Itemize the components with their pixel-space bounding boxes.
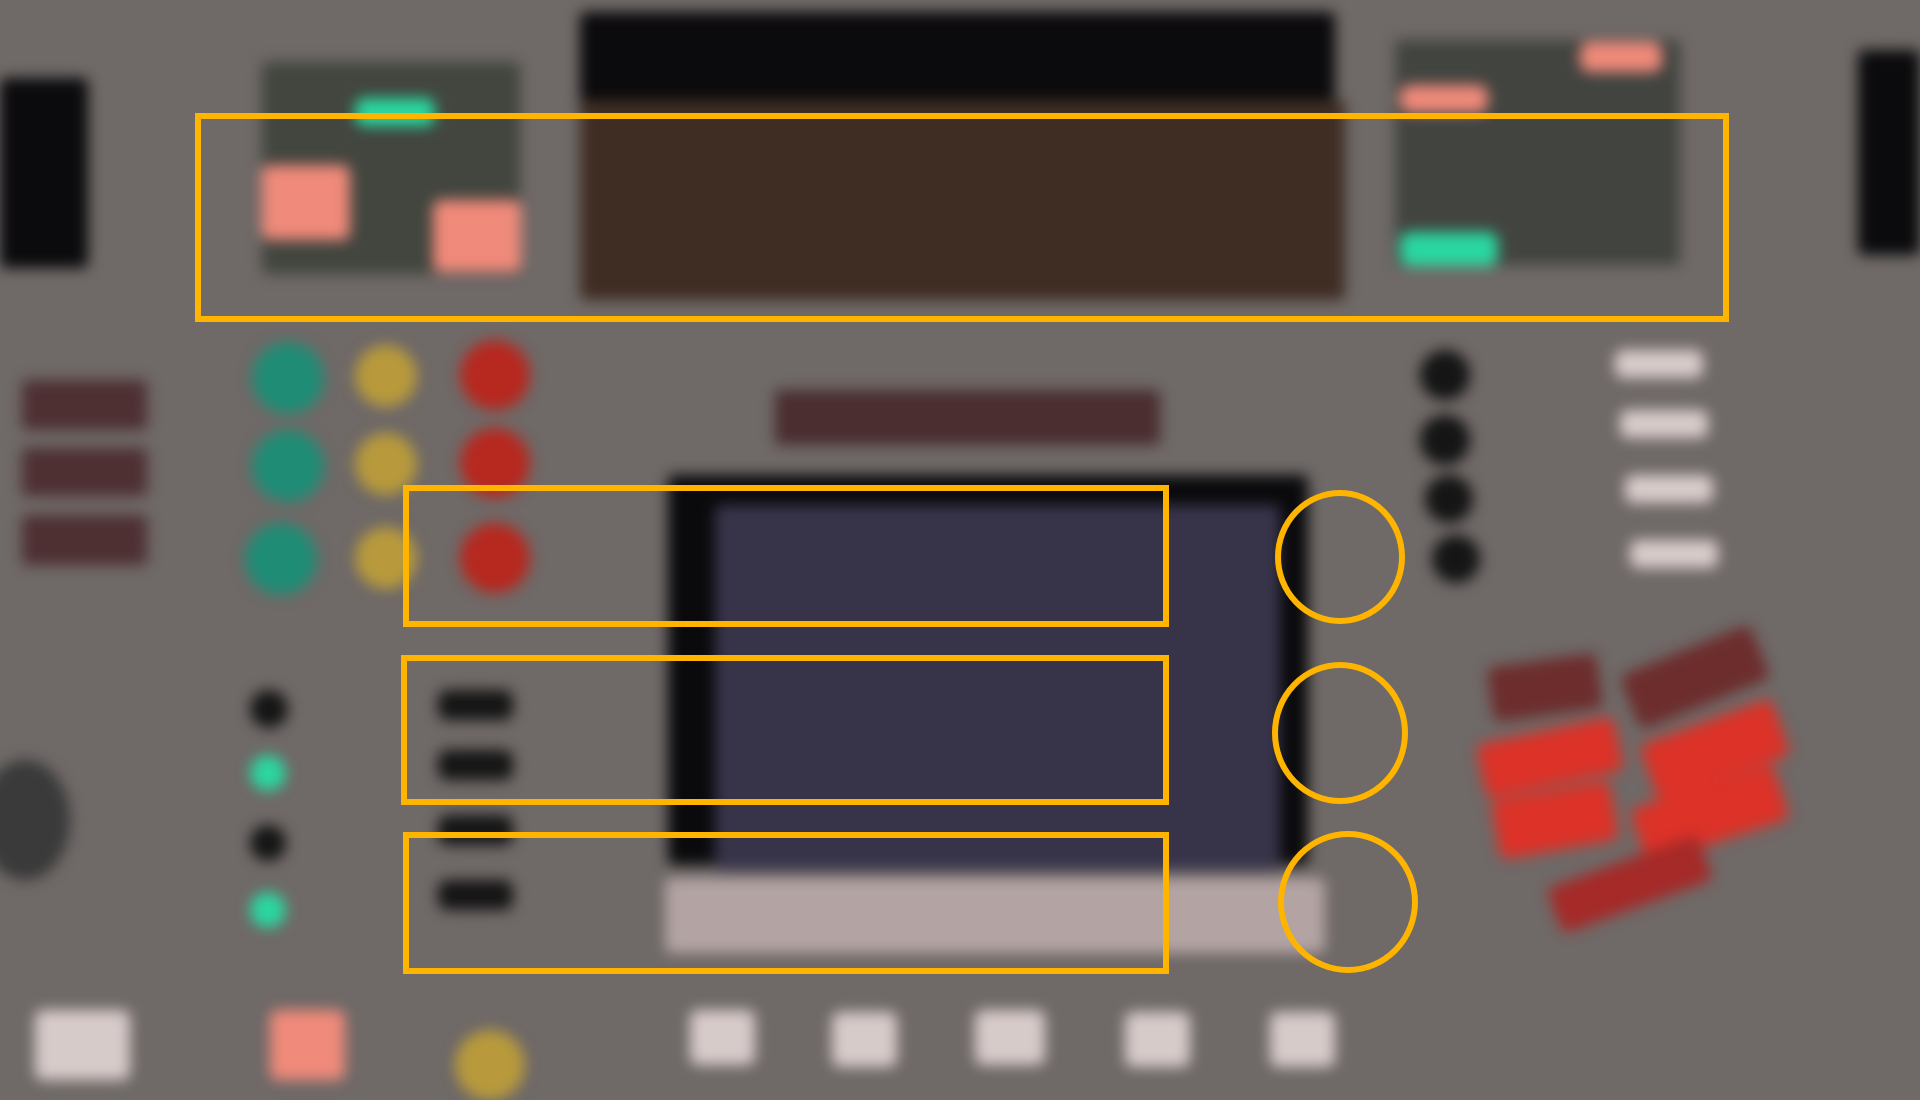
bottom-key-3 bbox=[975, 1010, 1045, 1065]
left-box-hit-area-1[interactable] bbox=[406, 488, 1166, 624]
far-right-display bbox=[1858, 50, 1920, 255]
left-black-display bbox=[0, 78, 88, 268]
right-salmon-light-2 bbox=[1400, 85, 1488, 113]
left-dial-knob bbox=[0, 760, 70, 880]
top-display-hit-area[interactable] bbox=[198, 116, 1726, 319]
right-knob-4 bbox=[1432, 535, 1480, 583]
right-salmon-light-1 bbox=[1580, 42, 1662, 72]
bottom-key-1 bbox=[690, 1010, 755, 1065]
right-knob-3 bbox=[1425, 475, 1473, 523]
bottom-salmon-button bbox=[270, 1010, 345, 1080]
white-switch-4 bbox=[1630, 540, 1718, 568]
center-top-display bbox=[580, 12, 1335, 107]
yellow-lamp-2 bbox=[355, 433, 417, 495]
red-lamp-1 bbox=[460, 340, 530, 410]
bottom-key-5 bbox=[1270, 1012, 1335, 1067]
left-digit-block-1 bbox=[22, 380, 147, 430]
yellow-lamp-1 bbox=[355, 345, 417, 407]
red-band-dark-1 bbox=[1486, 652, 1604, 723]
teal-lamp-1 bbox=[252, 342, 324, 414]
white-switch-1 bbox=[1615, 350, 1703, 378]
red-band-5 bbox=[1546, 834, 1714, 934]
white-switch-2 bbox=[1620, 410, 1708, 438]
left-digit-block-3 bbox=[22, 515, 147, 565]
right-knob-2 bbox=[1420, 415, 1470, 465]
indicator-mint-1 bbox=[250, 755, 286, 791]
indicator-black-1 bbox=[250, 690, 288, 728]
teal-lamp-2 bbox=[252, 430, 324, 502]
circle-hit-area-3[interactable] bbox=[1281, 834, 1415, 970]
circle-hit-area-2[interactable] bbox=[1275, 665, 1405, 801]
circle-hit-area-1[interactable] bbox=[1278, 493, 1402, 621]
white-switch-3 bbox=[1625, 475, 1713, 503]
teal-lamp-3 bbox=[245, 523, 317, 595]
center-digit-readout bbox=[775, 390, 1160, 445]
left-box-hit-area-2[interactable] bbox=[404, 658, 1166, 802]
bottom-yellow-knob bbox=[455, 1030, 525, 1100]
bottom-left-white-shape bbox=[35, 1010, 130, 1080]
bottom-key-4 bbox=[1125, 1012, 1190, 1067]
left-box-hit-area-3[interactable] bbox=[406, 835, 1166, 971]
indicator-black-2 bbox=[250, 825, 286, 861]
indicator-mint-2 bbox=[250, 892, 286, 928]
bottom-key-2 bbox=[832, 1012, 897, 1067]
right-knob-1 bbox=[1420, 350, 1470, 400]
left-digit-block-2 bbox=[22, 448, 147, 496]
